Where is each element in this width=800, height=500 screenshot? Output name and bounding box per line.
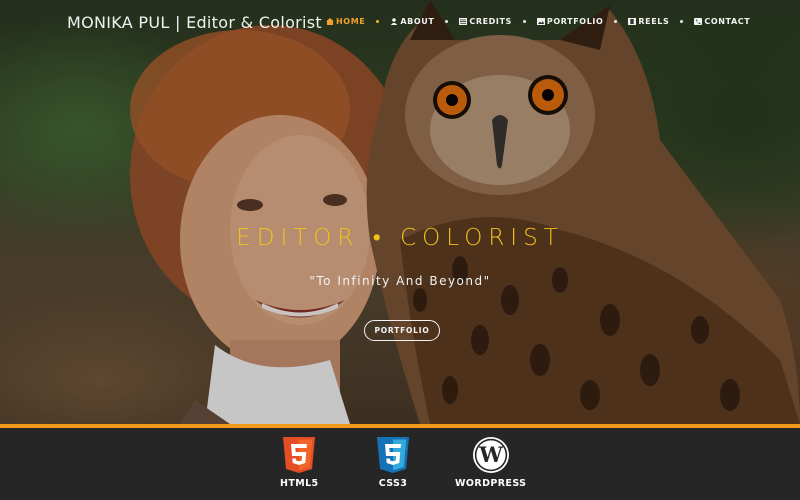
nav-label-about: ABOUT [400,17,435,26]
site-brand[interactable]: MONIKA PUL | Editor & Colorist [67,13,322,32]
hero-quote: "To Infinity And Beyond" [309,274,491,288]
main-nav: HOME ABOUT CREDITS PORTFOLIO REELS CONTA… [326,17,750,26]
tech-item-html5: HTML5 [280,436,319,489]
svg-text:W: W [478,442,503,467]
tech-label-wordpress: WORDPRESS [455,478,527,489]
portfolio-button[interactable]: PORTFOLIO [364,320,440,341]
nav-item-contact[interactable]: CONTACT [694,17,750,26]
hero-overlay [0,0,800,424]
nav-separator [680,20,684,23]
tech-label-css3: CSS3 [378,478,408,489]
phone-icon [694,18,703,25]
nav-label-reels: REELS [638,17,670,26]
nav-item-reels[interactable]: REELS [628,17,669,26]
nav-label-credits: CREDITS [469,17,512,26]
tech-bar: HTML5 CSS3 W WORDPRESS [0,428,800,500]
tech-item-wordpress: W WORDPRESS [455,436,526,489]
user-icon [391,18,398,25]
nav-item-credits[interactable]: CREDITS [459,17,512,26]
nav-separator [522,20,526,23]
film-icon [628,18,637,25]
nav-item-about[interactable]: ABOUT [390,17,434,26]
hero-tagline: EDITOR • COLORIST [236,225,564,251]
nav-separator [376,20,380,23]
tech-item-css3: CSS3 [374,436,412,489]
css3-icon [377,437,409,473]
hero-section: MONIKA PUL | Editor & Colorist HOME ABOU… [0,0,800,424]
wordpress-icon: W [472,437,509,473]
nav-label-contact: CONTACT [704,17,751,26]
nav-separator [445,20,449,23]
tech-label-html5: HTML5 [280,478,319,489]
nav-item-home[interactable]: HOME [326,17,365,26]
nav-label-portfolio: PORTFOLIO [546,17,604,26]
list-icon [459,18,468,25]
nav-separator [614,20,618,23]
nav-item-portfolio[interactable]: PORTFOLIO [536,17,604,26]
image-icon [536,18,545,25]
nav-label-home: HOME [336,17,366,26]
html5-icon [283,437,316,473]
home-icon [326,18,334,25]
